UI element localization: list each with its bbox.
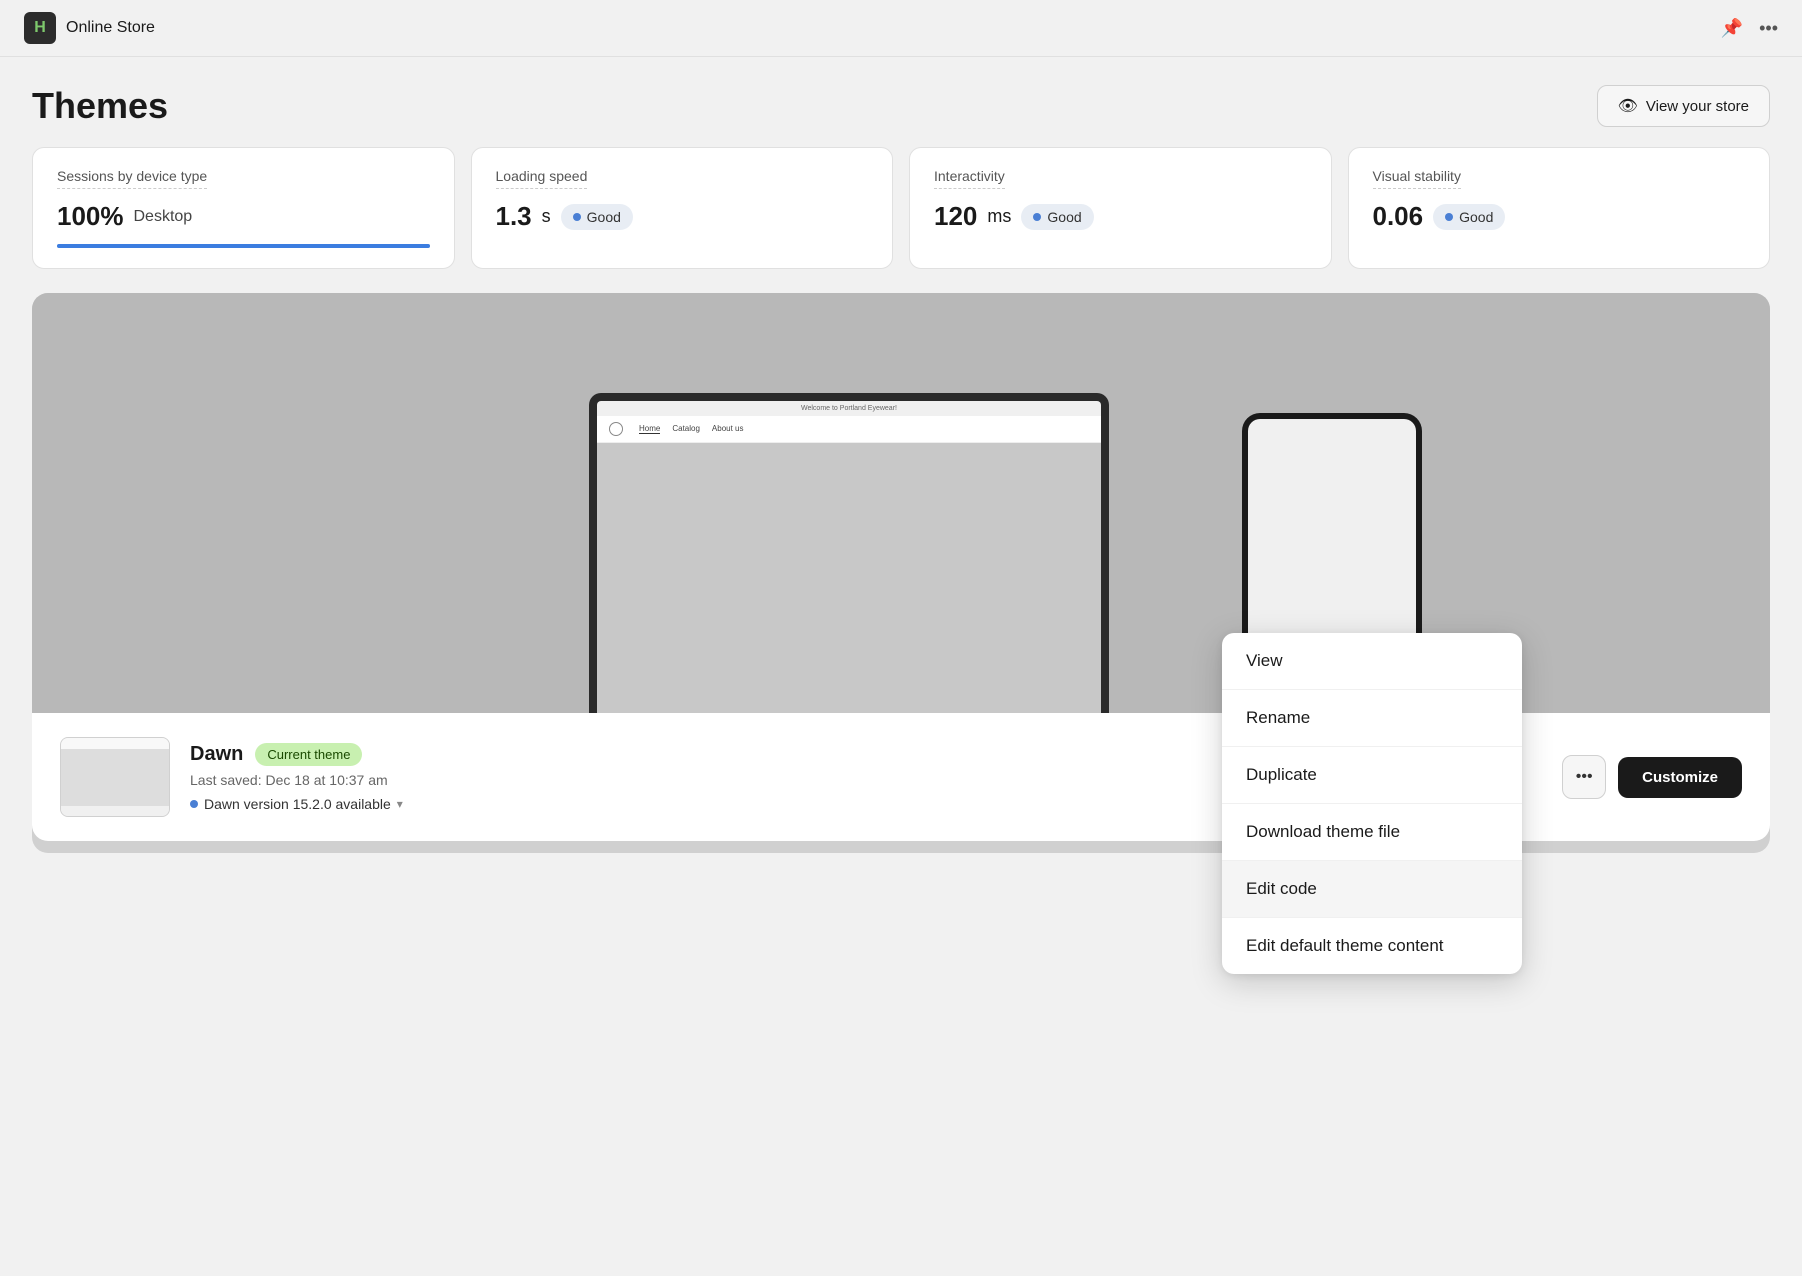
interactivity-badge: Good bbox=[1021, 204, 1093, 230]
dropdown-view-label: View bbox=[1246, 651, 1283, 670]
screen-hero bbox=[597, 443, 1101, 713]
dropdown-item-view[interactable]: View bbox=[1222, 633, 1522, 690]
loading-value: 1.3 bbox=[496, 201, 532, 232]
version-text: Dawn version 15.2.0 available bbox=[204, 796, 391, 812]
customize-button[interactable]: Customize bbox=[1618, 757, 1742, 798]
nav-home: Home bbox=[639, 424, 660, 434]
nav-catalog: Catalog bbox=[672, 424, 700, 434]
metric-card-interactivity: Interactivity 120 ms Good bbox=[909, 147, 1332, 269]
sessions-label: Sessions by device type bbox=[57, 168, 207, 189]
sessions-value: 100% bbox=[57, 201, 124, 232]
screen-nav-links: Home Catalog About us bbox=[639, 424, 744, 434]
screen-search-icon bbox=[609, 422, 623, 436]
visual-value: 0.06 bbox=[1373, 201, 1424, 232]
loading-unit: s bbox=[542, 206, 551, 227]
topbar-more-icon[interactable]: ••• bbox=[1759, 18, 1778, 39]
dropdown-edit-content-label: Edit default theme content bbox=[1246, 936, 1444, 955]
interactivity-badge-dot bbox=[1033, 213, 1041, 221]
visual-badge: Good bbox=[1433, 204, 1505, 230]
theme-thumbnail bbox=[60, 737, 170, 817]
interactivity-value: 120 bbox=[934, 201, 977, 232]
top-bar: H Online Store 📌 ••• bbox=[0, 0, 1802, 57]
view-store-label: View your store bbox=[1646, 98, 1749, 115]
page-header: Themes 👁 View your store bbox=[0, 57, 1802, 147]
main-content: Welcome to Portland Eyewear! Home Catalo… bbox=[0, 293, 1802, 853]
nav-about: About us bbox=[712, 424, 744, 434]
dropdown-duplicate-label: Duplicate bbox=[1246, 765, 1317, 784]
loading-badge-dot bbox=[573, 213, 581, 221]
interactivity-unit: ms bbox=[987, 206, 1011, 227]
interactivity-label: Interactivity bbox=[934, 168, 1005, 189]
dropdown-menu: View Rename Duplicate Download theme fil… bbox=[1222, 633, 1522, 974]
dropdown-edit-code-label: Edit code bbox=[1246, 879, 1317, 898]
eye-icon: 👁 bbox=[1618, 96, 1638, 116]
visual-badge-dot bbox=[1445, 213, 1453, 221]
dropdown-item-edit-code[interactable]: Edit code bbox=[1222, 861, 1522, 918]
sessions-sublabel: Desktop bbox=[134, 208, 193, 226]
ellipsis-icon: ••• bbox=[1576, 768, 1593, 786]
thumb-body bbox=[61, 750, 169, 806]
chevron-down-icon: ▾ bbox=[397, 797, 403, 811]
current-theme-badge: Current theme bbox=[255, 743, 362, 766]
loading-badge-label: Good bbox=[587, 209, 621, 225]
metric-card-sessions: Sessions by device type 100% Desktop bbox=[32, 147, 455, 269]
app-title: Online Store bbox=[66, 19, 155, 37]
sessions-bar bbox=[57, 244, 430, 248]
thumb-nav bbox=[61, 738, 169, 750]
loading-badge: Good bbox=[561, 204, 633, 230]
dropdown-download-label: Download theme file bbox=[1246, 822, 1400, 841]
interactivity-badge-label: Good bbox=[1047, 209, 1081, 225]
app-icon: H bbox=[24, 12, 56, 44]
loading-label: Loading speed bbox=[496, 168, 588, 189]
version-dot bbox=[190, 800, 198, 808]
screen-store-title: Welcome to Portland Eyewear! bbox=[597, 401, 1101, 416]
theme-actions: ••• Customize bbox=[1562, 755, 1742, 799]
top-bar-right: 📌 ••• bbox=[1721, 18, 1778, 39]
dropdown-rename-label: Rename bbox=[1246, 708, 1310, 727]
dropdown-item-download[interactable]: Download theme file bbox=[1222, 804, 1522, 861]
page-title: Themes bbox=[32, 85, 168, 127]
metric-card-loading: Loading speed 1.3 s Good bbox=[471, 147, 894, 269]
metric-card-visual: Visual stability 0.06 Good bbox=[1348, 147, 1771, 269]
desktop-mockup: Welcome to Portland Eyewear! Home Catalo… bbox=[589, 393, 1109, 713]
visual-label: Visual stability bbox=[1373, 168, 1461, 189]
view-store-button[interactable]: 👁 View your store bbox=[1597, 85, 1770, 127]
more-actions-button[interactable]: ••• bbox=[1562, 755, 1606, 799]
screen-nav: Home Catalog About us bbox=[597, 416, 1101, 443]
theme-name: Dawn bbox=[190, 743, 243, 766]
metrics-row: Sessions by device type 100% Desktop Loa… bbox=[0, 147, 1802, 293]
thumb-footer bbox=[61, 806, 169, 816]
dropdown-item-duplicate[interactable]: Duplicate bbox=[1222, 747, 1522, 804]
visual-badge-label: Good bbox=[1459, 209, 1493, 225]
pin-icon[interactable]: 📌 bbox=[1721, 18, 1743, 39]
dropdown-item-rename[interactable]: Rename bbox=[1222, 690, 1522, 747]
dropdown-item-edit-content[interactable]: Edit default theme content bbox=[1222, 918, 1522, 974]
desktop-screen: Welcome to Portland Eyewear! Home Catalo… bbox=[597, 401, 1101, 713]
sessions-bar-fill bbox=[57, 244, 430, 248]
top-bar-left: H Online Store bbox=[24, 12, 155, 44]
